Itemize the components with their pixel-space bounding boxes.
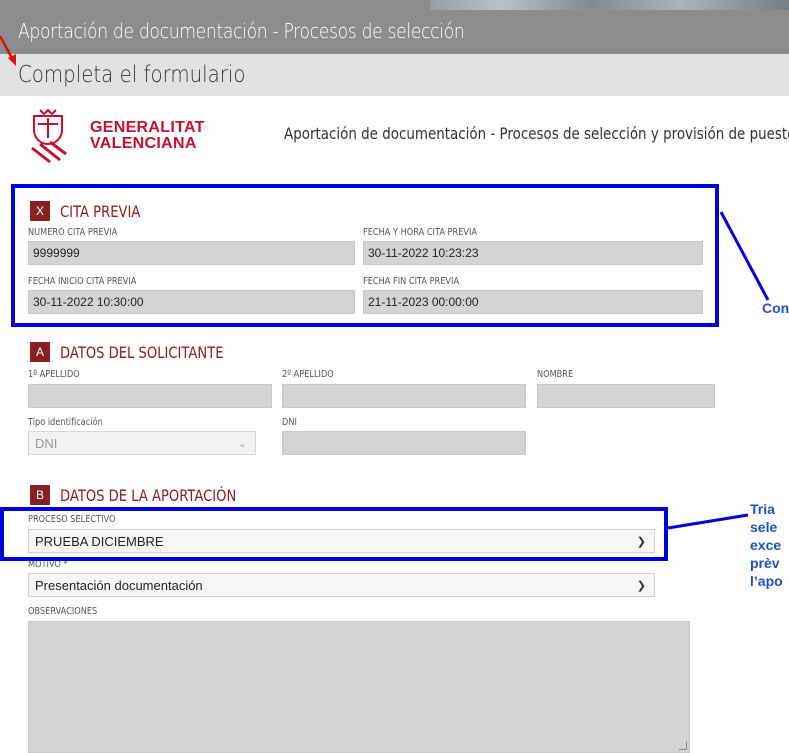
- callout-line: Tria: [750, 501, 775, 517]
- annotation-connectors: [667, 211, 770, 530]
- annotation-callout-cita: Con: [762, 300, 789, 316]
- annotation-callout-proceso: Tria sele exce prèv l’apo: [750, 500, 783, 590]
- callout-line: exce: [750, 537, 782, 553]
- callout-line: sele: [750, 519, 778, 535]
- callout-line: prèv: [750, 555, 780, 571]
- callout-line: l’apo: [750, 573, 783, 589]
